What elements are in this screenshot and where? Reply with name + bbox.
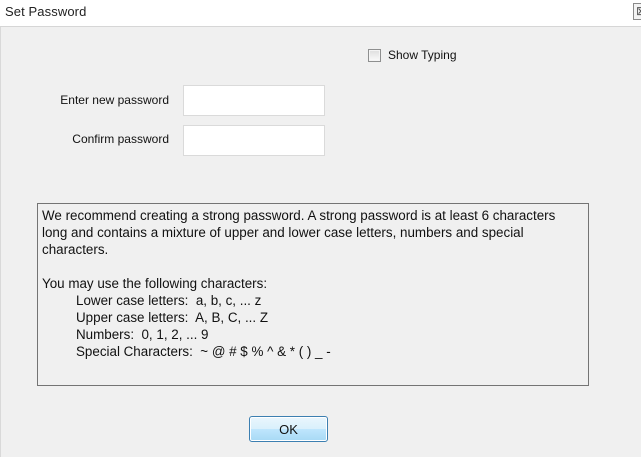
close-icon: ⊠	[636, 4, 641, 19]
new-password-input[interactable]	[183, 85, 325, 116]
number-characters-line: Numbers: 0, 1, 2, ... 9	[76, 327, 209, 342]
password-recommendation-text: We recommend creating a strong password.…	[42, 208, 556, 257]
window-left-border	[0, 27, 1, 457]
lowercase-characters-line: Lower case letters: a, b, c, ... z	[76, 293, 262, 308]
password-guidance-box: We recommend creating a strong password.…	[37, 203, 589, 386]
new-password-label: Enter new password	[60, 93, 169, 107]
set-password-dialog: Set Password ⊠ Show Typing Enter new pas…	[0, 0, 641, 457]
title-bar: Set Password ⊠	[0, 0, 641, 27]
allowed-characters-heading: You may use the following characters:	[42, 276, 268, 291]
uppercase-characters-line: Upper case letters: A, B, C, ... Z	[76, 310, 268, 325]
confirm-password-label: Confirm password	[72, 132, 169, 146]
close-button[interactable]: ⊠	[633, 3, 641, 20]
window-title: Set Password	[5, 4, 87, 19]
show-typing-label[interactable]: Show Typing	[388, 48, 457, 62]
show-typing-checkbox[interactable]: Show Typing	[368, 47, 457, 63]
checkbox-icon[interactable]	[368, 48, 381, 62]
special-characters-line: Special Characters: ~ @ # $ % ^ & * ( ) …	[76, 344, 331, 359]
confirm-password-input[interactable]	[183, 125, 325, 156]
ok-button[interactable]: OK	[249, 416, 328, 442]
